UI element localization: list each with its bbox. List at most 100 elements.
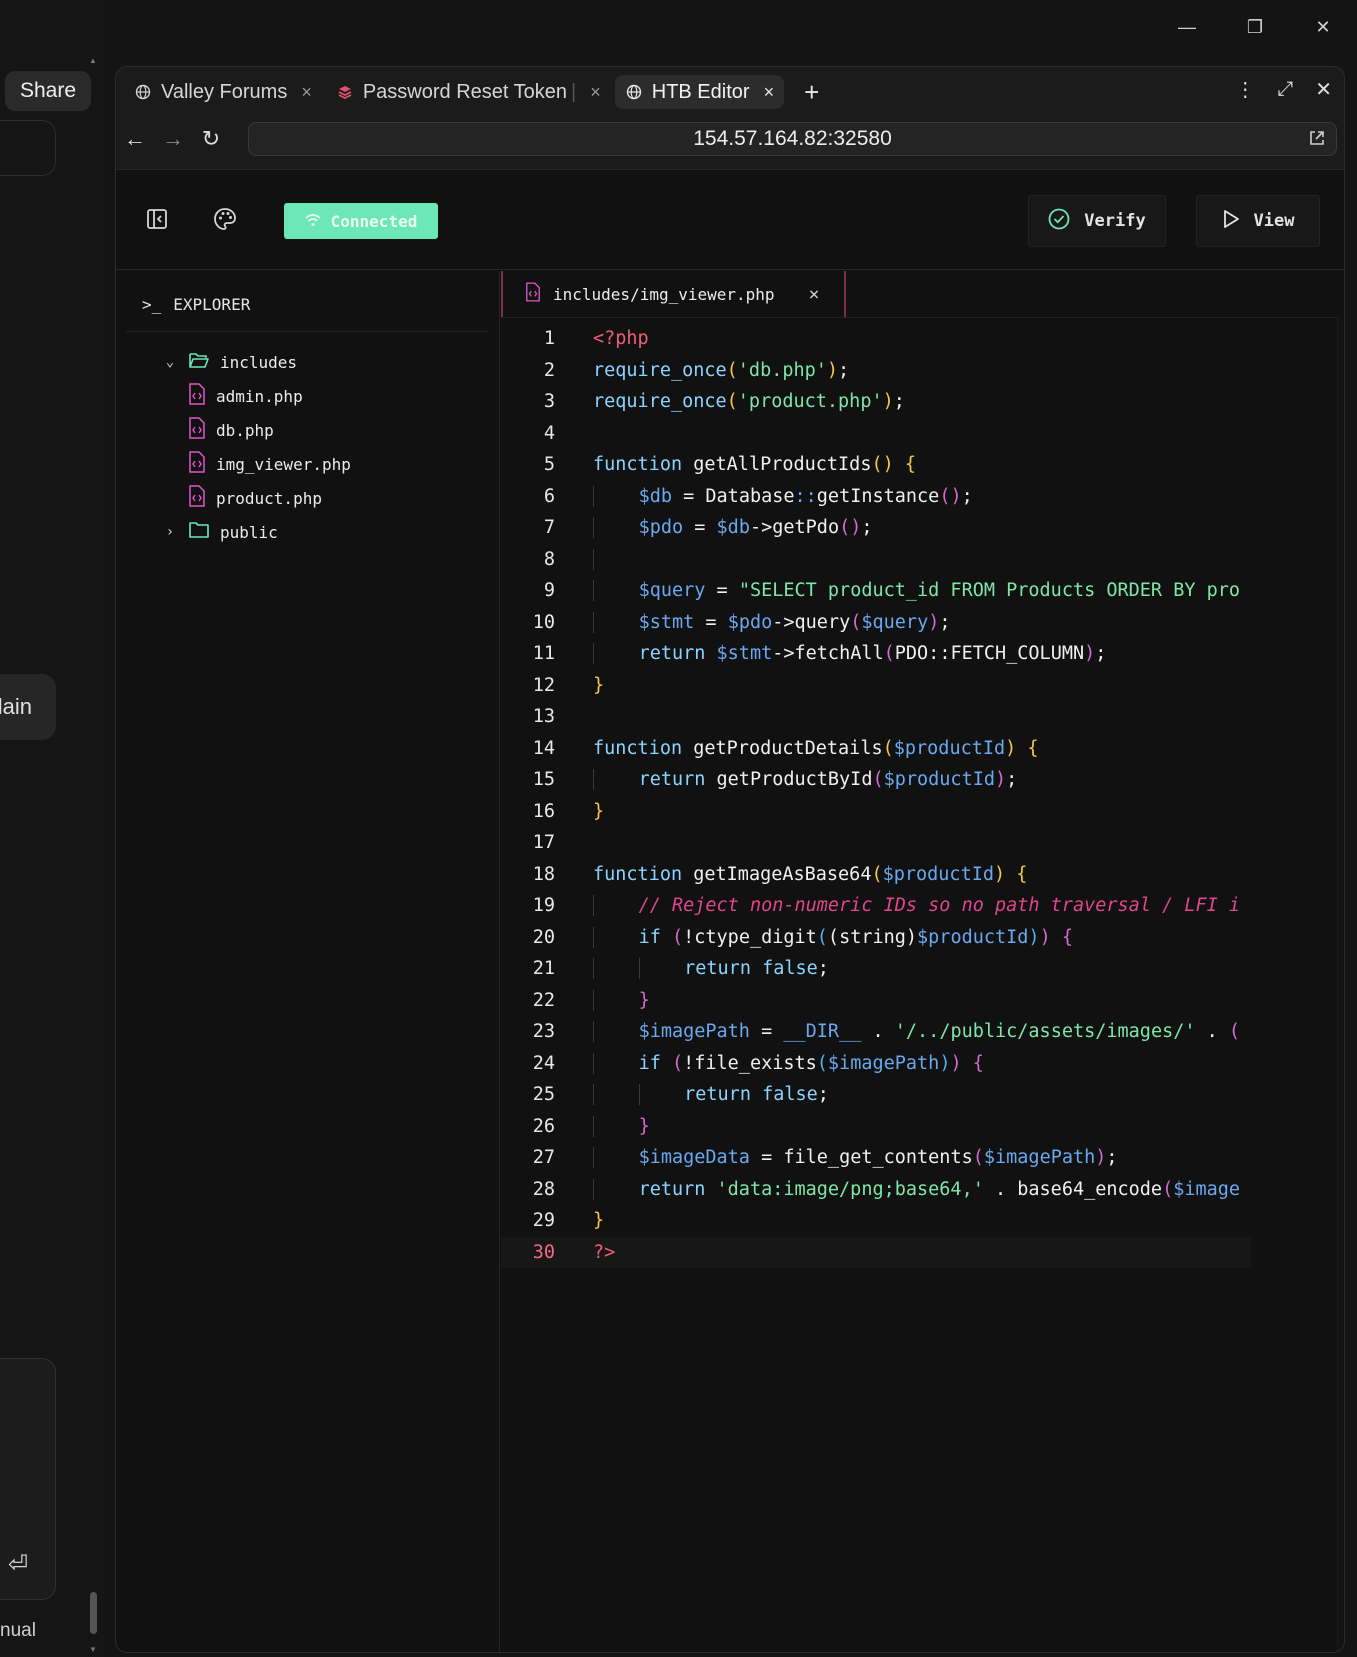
terminal-prompt-icon: >_	[142, 295, 162, 314]
view-button[interactable]: View	[1196, 195, 1320, 247]
token: 'db.php'	[737, 359, 827, 381]
tab-password-reset-token[interactable]: Password Reset Token | ×	[326, 75, 611, 109]
expand-icon[interactable]: ⤢	[1277, 78, 1293, 101]
php-file-icon	[188, 485, 206, 511]
token: function	[593, 454, 683, 476]
token: $pdo	[727, 611, 773, 633]
code-line: 13	[501, 701, 1251, 733]
file-label: product.php	[216, 488, 322, 508]
chevron-down-icon: ⌄	[165, 354, 175, 370]
folder-public[interactable]: › public	[162, 517, 278, 547]
token: function	[593, 863, 683, 885]
left-pill-button[interactable]: lain	[0, 674, 56, 740]
token: return	[684, 958, 751, 980]
folder-includes[interactable]: ⌄ includes	[162, 347, 297, 377]
line-number: 5	[543, 454, 555, 476]
file-db-php[interactable]: db.php	[188, 415, 274, 445]
tab-valley-forums[interactable]: Valley Forums ×	[124, 75, 322, 109]
minimize-icon[interactable]: —	[1153, 12, 1221, 42]
token: .	[1206, 1021, 1218, 1043]
scroll-up-arrow-icon[interactable]: ▲	[89, 56, 97, 65]
share-button[interactable]: Share	[5, 71, 91, 111]
file-product-php[interactable]: product.php	[188, 483, 322, 513]
close-tab-icon[interactable]: ×	[764, 82, 775, 103]
token: file_get_contents	[783, 1147, 973, 1169]
token: $imagePath	[983, 1147, 1096, 1169]
token: function	[593, 737, 683, 759]
line-number: 3	[543, 391, 555, 413]
palette-icon[interactable]	[212, 206, 238, 232]
line-number: 7	[543, 517, 555, 539]
token: $stmt	[638, 611, 695, 633]
close-window-icon[interactable]: ✕	[1289, 12, 1357, 42]
token: // Reject non-numeric IDs so no path tra…	[638, 895, 1241, 917]
file-admin-php[interactable]: admin.php	[188, 381, 303, 411]
restore-icon[interactable]: ❐	[1221, 12, 1289, 42]
code-editor: includes/img_viewer.php × 1 <?php 2 requir…	[501, 271, 1344, 1652]
minimap[interactable]	[1337, 317, 1344, 1652]
line-number: 27	[532, 1147, 555, 1169]
forward-icon[interactable]: →	[154, 126, 192, 152]
token: $imageData	[638, 1147, 750, 1169]
toggle-sidebar-icon[interactable]	[144, 206, 170, 232]
token: query	[794, 611, 851, 633]
code-line: 6 $db = Database::getInstance();	[501, 481, 1251, 513]
token: $imagePath	[827, 1052, 940, 1074]
address-bar[interactable]: 154.57.164.82:32580	[248, 122, 1337, 156]
code-line: 20 if (!ctype_digit((string)$productId))…	[501, 922, 1251, 954]
token: $stmt	[716, 643, 773, 665]
close-browser-icon[interactable]: ✕	[1315, 77, 1332, 102]
token: require_once	[593, 359, 727, 381]
line-number: 11	[532, 643, 555, 665]
line-number: 1	[543, 328, 555, 350]
new-tab-button[interactable]: +	[804, 77, 819, 108]
scrollbar-thumb[interactable]	[90, 1592, 97, 1634]
php-file-icon	[188, 417, 206, 443]
close-editor-tab-icon[interactable]: ×	[809, 284, 820, 305]
line-number: 25	[532, 1084, 555, 1106]
line-number: 20	[532, 926, 555, 948]
open-external-icon[interactable]	[1308, 129, 1326, 152]
token: PDO::FETCH_COLUMN	[894, 643, 1085, 665]
line-number: 16	[532, 800, 555, 822]
scroll-down-arrow-icon[interactable]: ▼	[89, 1645, 97, 1654]
code-line: 17	[501, 827, 1251, 859]
code-line: 15 return getProductById($productId);	[501, 764, 1251, 796]
view-label: View	[1253, 211, 1295, 231]
menu-kebab-icon[interactable]: ⋮	[1235, 77, 1255, 102]
verify-label: Verify	[1084, 211, 1146, 231]
token: '/../public/assets/images/'	[894, 1021, 1196, 1043]
tab-htb-editor[interactable]: HTB Editor ×	[614, 75, 785, 109]
code-line: 2 require_once('db.php');	[501, 355, 1251, 387]
token: .	[872, 1021, 884, 1043]
reload-icon[interactable]: ↻	[192, 126, 230, 152]
editor-tab-img-viewer[interactable]: includes/img_viewer.php ×	[501, 271, 846, 317]
line-number: 8	[543, 548, 555, 570]
htb-icon	[336, 83, 354, 101]
code-line: 18 function getImageAsBase64($productId) …	[501, 859, 1251, 891]
token: $query	[638, 580, 706, 602]
token: fetchAll	[794, 643, 884, 665]
back-icon[interactable]: ←	[116, 126, 154, 152]
token: 'product.php'	[737, 391, 883, 413]
code-line: 23 $imagePath = __DIR__ . '/../public/as…	[501, 1016, 1251, 1048]
enter-icon[interactable]: ⏎	[8, 1550, 28, 1579]
verify-button[interactable]: Verify	[1028, 195, 1166, 247]
token: if	[638, 1052, 661, 1074]
close-tab-icon[interactable]: ×	[301, 82, 312, 103]
line-number: 18	[532, 863, 555, 885]
tab-label: Password Reset Token	[362, 80, 568, 103]
line-number: 14	[532, 737, 555, 759]
line-number: 28	[532, 1178, 555, 1200]
token: !ctype_digit	[683, 926, 817, 948]
token: "SELECT product_id FROM Products ORDER B…	[738, 580, 1241, 602]
line-number: 6	[543, 485, 555, 507]
close-tab-icon[interactable]: ×	[590, 82, 601, 103]
token: require_once	[593, 391, 727, 413]
token: $productId	[883, 769, 995, 791]
token: string	[839, 926, 906, 948]
code-text-area[interactable]: 1 <?php 2 require_once('db.php'); 3 require…	[501, 323, 1251, 1268]
folder-label: includes	[220, 352, 298, 372]
file-img-viewer-php[interactable]: img_viewer.php	[188, 449, 351, 479]
line-number: 15	[532, 769, 555, 791]
